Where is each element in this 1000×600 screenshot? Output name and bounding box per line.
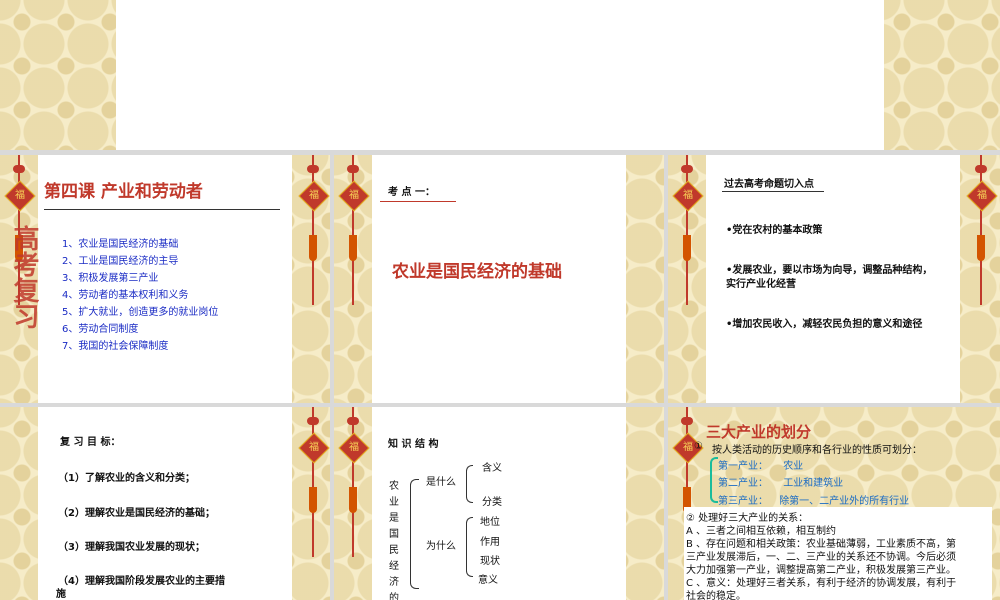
list-item: 1、农业是国民经济的基础 [62, 239, 179, 250]
industry-value: 农业 [783, 461, 804, 472]
goal-item: （2）理解农业是国民经济的基础； [58, 508, 215, 519]
slide-main-title: 农业是国民经济的基础 [392, 262, 562, 282]
leaf-item: 分类 [482, 497, 502, 508]
slide-thumbnail-3[interactable]: 福 福 过去高考命题切入点 •党在农村的基本政策 •发展农业，要以市场为向导，调… [668, 155, 1000, 403]
slide-title: 第四课 产业和劳动者 [44, 182, 203, 202]
kaodian-underline [380, 201, 456, 202]
section-heading: 复 习 目 标： [60, 437, 121, 448]
goal-item: （4）理解我国阶段发展农业的主要措 [58, 576, 225, 587]
intro-text: 按人类活动的历史顺序和各行业的性质可划分： [712, 445, 922, 456]
slide-thumbnail-5[interactable]: 福 知 识 结 构 农业是 国民经 济的基 是什么 为什么 含义 分类 地位 作… [334, 407, 664, 600]
list-item: 4、劳动者的基本权利和义务 [62, 290, 189, 301]
industry-label: 第一产业： [718, 461, 768, 472]
list-item: 6、劳动合同制度 [62, 324, 139, 335]
slide-title: 三大产业的划分 [706, 423, 812, 441]
slide-top-content [116, 0, 884, 150]
what-brace [466, 465, 473, 503]
heading-underline [722, 191, 824, 192]
slide-thumbnail-4[interactable]: 福 复 习 目 标： （1）了解农业的含义和分类； （2）理解农业是国民经济的基… [0, 407, 330, 600]
lantern-ornament: 福 [966, 155, 998, 335]
goal-item: （1）了解农业的含义和分类； [58, 473, 195, 484]
bullet-point: •发展农业，要以市场为向导，调整品种结构， [726, 265, 933, 276]
section-heading: 知 识 结 构 [388, 439, 439, 450]
list-item: 2、工业是国民经济的主导 [62, 256, 179, 267]
lantern-ornament: 福 [338, 407, 370, 587]
circle-number: ① [694, 441, 703, 452]
title-underline [44, 209, 280, 210]
lantern-ornament: 福 [338, 155, 370, 335]
node-why: 为什么 [426, 541, 456, 552]
leaf-item: 含义 [482, 463, 502, 474]
lantern-ornament: 福 [298, 155, 330, 335]
industry-label: 第二产业： [718, 478, 768, 489]
slide-thumbnail-6[interactable]: 福 三大产业的划分 ① 按人类活动的历史顺序和各行业的性质可划分： 第一产业： … [668, 407, 1000, 600]
leaf-item: 意义 [478, 575, 498, 586]
vertical-topic-text: 农业是 国民经 济的基 [389, 481, 399, 600]
goal-item: （3）理解我国农业发展的现状； [58, 542, 205, 553]
kaodian-label: 考 点 一： [388, 187, 435, 198]
industry-value: 工业和建筑业 [783, 478, 844, 489]
list-item: 7、我国的社会保障制度 [62, 341, 169, 352]
leaf-item: 现状 [480, 556, 500, 567]
goal-item-continuation: 施 [56, 589, 66, 600]
list-item: 5、扩大就业，创造更多的就业岗位 [62, 307, 219, 318]
industry-row: 第一产业： 农业 [718, 457, 803, 472]
list-item: 3、积极发展第三产业 [62, 273, 159, 284]
leaf-item: 地位 [480, 517, 500, 528]
industry-row: 第三产业： 除第一、二产业外的所有行业 [718, 492, 909, 507]
outer-brace [410, 479, 419, 589]
leaf-item: 作用 [480, 537, 500, 548]
industry-label: 第三产业： [718, 496, 768, 507]
bullet-point-continuation: 实行产业化经营 [726, 279, 796, 290]
bullet-point: •党在农村的基本政策 [726, 225, 823, 236]
why-brace [466, 517, 473, 577]
industry-row: 第二产业： 工业和建筑业 [718, 474, 843, 489]
section-heading: 过去高考命题切入点 [724, 179, 814, 190]
node-what: 是什么 [426, 477, 456, 488]
slide-top[interactable] [0, 0, 1000, 150]
slide-thumbnail-2[interactable]: 福 考 点 一： 农业是国民经济的基础 [334, 155, 664, 403]
industry-value: 除第一、二产业外的所有行业 [779, 496, 910, 507]
relation-line: 社会的稳定。 [686, 591, 746, 600]
lantern-ornament: 福 [298, 407, 330, 587]
industry-brace [710, 457, 718, 503]
lantern-ornament: 福 [672, 155, 704, 335]
slide-thumbnail-1[interactable]: 福 福 高考复习 第四课 产业和劳动者 1、农业是国民经济的基础 2、工业是国民… [0, 155, 330, 403]
bullet-point: •增加农民收入，减轻农民负担的意义和途径 [726, 319, 923, 330]
calligraphy-seal: 高考复习 [9, 225, 39, 329]
